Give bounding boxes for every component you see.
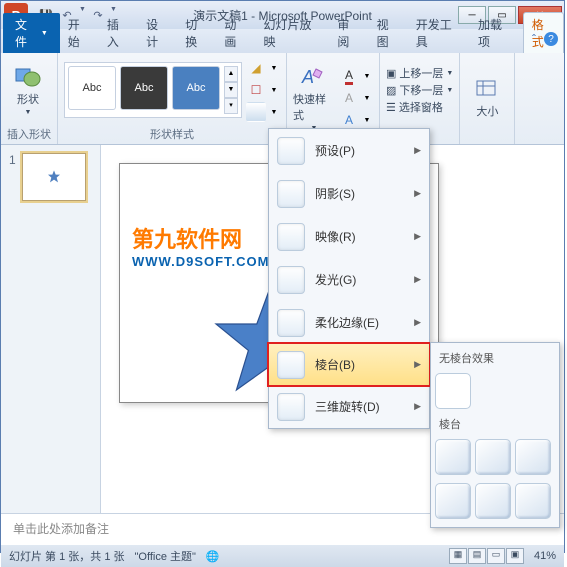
tab-transitions[interactable]: 切换 bbox=[177, 13, 216, 53]
watermark-text: 第九软件网 bbox=[132, 222, 270, 254]
forward-icon: ▣ bbox=[386, 67, 396, 80]
slide-count: 幻灯片 第 1 张，共 1 张 bbox=[9, 548, 125, 564]
minimize-ribbon-icon[interactable]: ˆ bbox=[532, 32, 536, 46]
quick-styles-button[interactable]: A 快速样式▼ bbox=[293, 65, 335, 132]
bevel-3[interactable] bbox=[515, 439, 551, 475]
theme-name: "Office 主题" bbox=[135, 548, 196, 564]
bring-forward[interactable]: ▣上移一层▼ bbox=[386, 65, 453, 81]
bevel-icon bbox=[277, 351, 305, 379]
bevel-2[interactable] bbox=[475, 439, 511, 475]
shape-outline-icon[interactable]: ☐ bbox=[246, 80, 266, 100]
effect-reflection[interactable]: 映像(R)▶ bbox=[269, 215, 429, 258]
tab-slideshow[interactable]: 幻灯片放映 bbox=[256, 13, 330, 53]
size-button[interactable]: 大小 bbox=[466, 77, 508, 119]
bevel-4[interactable] bbox=[435, 483, 471, 519]
no-bevel-header: 无棱台效果 bbox=[435, 347, 555, 369]
effect-glow[interactable]: 发光(G)▶ bbox=[269, 258, 429, 301]
effect-3d-rotation[interactable]: 三维旋转(D)▶ bbox=[269, 385, 429, 428]
tab-design[interactable]: 设计 bbox=[138, 13, 177, 53]
shapes-button[interactable]: 形状▼ bbox=[7, 65, 49, 116]
svg-text:A: A bbox=[301, 67, 314, 87]
shape-effects-icon[interactable] bbox=[246, 102, 266, 122]
shape-fill-icon[interactable]: ◢ bbox=[246, 58, 266, 78]
style-2[interactable]: Abc bbox=[120, 66, 168, 110]
gallery-up[interactable]: ▲ bbox=[224, 66, 238, 82]
effect-shadow[interactable]: 阴影(S)▶ bbox=[269, 172, 429, 215]
tab-insert[interactable]: 插入 bbox=[99, 13, 138, 53]
bevel-1[interactable] bbox=[435, 439, 471, 475]
reflection-icon bbox=[277, 223, 305, 251]
shape-effects-menu: 预设(P)▶ 阴影(S)▶ 映像(R)▶ 发光(G)▶ 柔化边缘(E)▶ 棱台(… bbox=[268, 128, 430, 429]
pane-icon: ☰ bbox=[386, 101, 396, 114]
effect-soft-edges[interactable]: 柔化边缘(E)▶ bbox=[269, 301, 429, 344]
view-slideshow[interactable]: ▣ bbox=[506, 548, 524, 564]
tab-addins[interactable]: 加载项 bbox=[470, 13, 521, 53]
gallery-down[interactable]: ▼ bbox=[224, 82, 238, 98]
bevel-header: 棱台 bbox=[435, 413, 555, 435]
slide-thumbnails: 1 bbox=[1, 145, 101, 513]
style-3[interactable]: Abc bbox=[172, 66, 220, 110]
glow-icon bbox=[277, 266, 305, 294]
ribbon-tabs: 文件▼ 开始 插入 设计 切换 动画 幻灯片放映 审阅 视图 开发工具 加载项 … bbox=[1, 29, 564, 53]
shadow-icon bbox=[277, 180, 305, 208]
help-icon[interactable]: ? bbox=[544, 32, 558, 46]
tab-view[interactable]: 视图 bbox=[369, 13, 408, 53]
backward-icon: ▨ bbox=[386, 84, 396, 97]
effects-dd[interactable]: ▼ bbox=[268, 102, 280, 122]
watermark-url: WWW.D9SOFT.COM bbox=[132, 254, 270, 269]
bevel-5[interactable] bbox=[475, 483, 511, 519]
text-fill-icon[interactable]: A bbox=[339, 66, 359, 86]
tab-developer[interactable]: 开发工具 bbox=[408, 13, 470, 53]
text-outline-icon[interactable]: A bbox=[339, 88, 359, 108]
rotation-icon bbox=[277, 393, 305, 421]
thumb-number: 1 bbox=[9, 153, 16, 201]
style-1[interactable]: Abc bbox=[68, 66, 116, 110]
outline-dd[interactable]: ▼ bbox=[268, 80, 280, 100]
effect-bevel[interactable]: 棱台(B)▶ bbox=[268, 343, 430, 386]
zoom-level[interactable]: 41% bbox=[534, 550, 556, 562]
bevel-6[interactable] bbox=[515, 483, 551, 519]
tab-animations[interactable]: 动画 bbox=[216, 13, 255, 53]
send-backward[interactable]: ▨下移一层▼ bbox=[386, 82, 453, 98]
tab-home[interactable]: 开始 bbox=[60, 13, 99, 53]
file-tab[interactable]: 文件▼ bbox=[3, 13, 60, 53]
fill-dd[interactable]: ▼ bbox=[268, 58, 280, 78]
preset-icon bbox=[277, 137, 305, 165]
group-insert-shapes: 插入形状 bbox=[7, 124, 51, 144]
group-shape-styles: 形状样式 bbox=[64, 124, 280, 144]
view-sorter[interactable]: ▤ bbox=[468, 548, 486, 564]
no-bevel[interactable] bbox=[435, 373, 471, 409]
softedge-icon bbox=[277, 309, 305, 337]
bevel-submenu: 无棱台效果 棱台 bbox=[430, 342, 560, 528]
lang: 🌐 bbox=[206, 550, 220, 563]
thumb-slide-1[interactable] bbox=[22, 153, 86, 201]
text-effects-icon[interactable]: A bbox=[339, 110, 359, 130]
view-reading[interactable]: ▭ bbox=[487, 548, 505, 564]
selection-pane[interactable]: ☰选择窗格 bbox=[386, 99, 453, 115]
tab-review[interactable]: 审阅 bbox=[329, 13, 368, 53]
gallery-more[interactable]: ▾ bbox=[224, 98, 238, 114]
view-normal[interactable]: ▦ bbox=[449, 548, 467, 564]
statusbar: 幻灯片 第 1 张，共 1 张 "Office 主题" 🌐 ▦ ▤ ▭ ▣ 41… bbox=[1, 545, 564, 567]
shape-style-gallery[interactable]: Abc Abc Abc ▲▼▾ bbox=[64, 62, 242, 118]
effect-preset[interactable]: 预设(P)▶ bbox=[269, 129, 429, 172]
